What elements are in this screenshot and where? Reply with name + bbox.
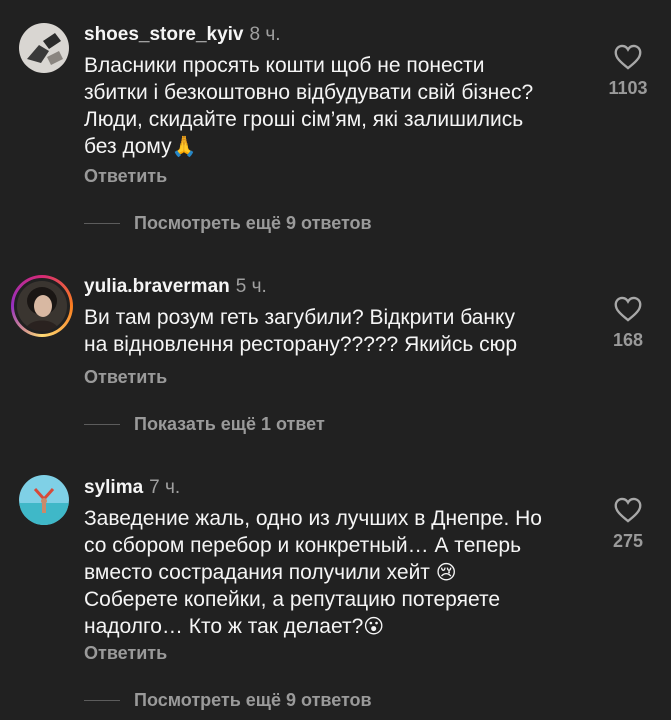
timestamp: 7 ч. — [149, 477, 181, 498]
view-replies-button[interactable]: Посмотреть ещё 9 ответов — [84, 213, 372, 234]
avatar[interactable] — [11, 275, 73, 337]
comment-header: yulia.braverman 5 ч. — [84, 276, 267, 298]
view-replies-label: Посмотреть ещё 9 ответов — [134, 213, 372, 233]
comment-line: вместо сострадания получили хейт 😢 — [84, 559, 584, 586]
comment-line: Люди, скидайте гроші сім’ям, які залишил… — [84, 108, 524, 131]
reply-button[interactable]: Ответить — [84, 367, 167, 388]
heart-outline-icon — [614, 44, 642, 70]
divider-line — [84, 700, 120, 701]
surprised-face-emoji: 😮 — [363, 614, 385, 638]
comment-line: збитки і безкоштовно відбудувати свій бі… — [84, 81, 534, 104]
username[interactable]: shoes_store_kyiv — [84, 24, 244, 45]
crying-face-emoji: 😢 — [435, 560, 457, 584]
comment-line: со сбором перебор и конкретный… А теперь — [84, 534, 522, 557]
comment-text: Власники просять кошти щоб не понести зб… — [84, 52, 584, 160]
timestamp: 5 ч. — [235, 276, 267, 297]
comment-line-text: без дому — [84, 135, 172, 158]
like-count: 1103 — [608, 78, 648, 98]
comment-header: sylima 7 ч. — [84, 477, 180, 499]
comment-text: Ви там розум геть загубили? Відкрити бан… — [84, 304, 584, 358]
view-replies-label: Показать ещё 1 ответ — [134, 414, 325, 434]
heart-outline-icon — [614, 497, 642, 523]
comment-text: Заведение жаль, одно из лучших в Днепре.… — [84, 505, 584, 640]
view-replies-label: Посмотреть ещё 9 ответов — [134, 690, 372, 710]
reply-button[interactable]: Ответить — [84, 643, 167, 664]
comment-line: Заведение жаль, одно из лучших в Днепре.… — [84, 507, 542, 530]
avatar[interactable] — [19, 475, 69, 525]
username[interactable]: yulia.braverman — [84, 276, 230, 297]
view-replies-button[interactable]: Показать ещё 1 ответ — [84, 414, 325, 435]
comment-line-text: надолго… Кто ж так делает? — [84, 615, 364, 638]
like-button[interactable]: 1103 — [603, 44, 653, 99]
beach-avatar-icon — [19, 475, 69, 525]
like-count: 275 — [612, 531, 644, 551]
avatar[interactable] — [19, 23, 69, 73]
heart-outline-icon — [614, 296, 642, 322]
comment-line-text: вместо сострадания получили хейт — [84, 561, 430, 584]
comment-line: Ви там розум геть загубили? Відкрити бан… — [84, 306, 515, 329]
like-button[interactable]: 275 — [603, 497, 653, 552]
comment-line: Власники просять кошти щоб не понести — [84, 54, 485, 77]
comment-line: на відновлення ресторану????? Якийсь сюр — [84, 333, 518, 356]
comment-line: Соберете копейки, а репутацию потеряете — [84, 588, 501, 611]
timestamp: 8 ч. — [249, 24, 281, 45]
comment-line: без дому🙏 — [84, 133, 584, 160]
like-button[interactable]: 168 — [603, 296, 653, 351]
avatar-image — [14, 278, 70, 334]
divider-line — [84, 223, 120, 224]
view-replies-button[interactable]: Посмотреть ещё 9 ответов — [84, 690, 372, 711]
shoe-store-avatar-icon — [19, 23, 69, 73]
username[interactable]: sylima — [84, 477, 143, 498]
comment-line: надолго… Кто ж так делает?😮 — [84, 613, 584, 640]
praying-hands-emoji: 🙏 — [171, 134, 197, 158]
comment-header: shoes_store_kyiv 8 ч. — [84, 24, 281, 46]
divider-line — [84, 424, 120, 425]
like-count: 168 — [612, 330, 644, 350]
person-avatar-icon — [17, 281, 67, 331]
reply-button[interactable]: Ответить — [84, 166, 167, 187]
